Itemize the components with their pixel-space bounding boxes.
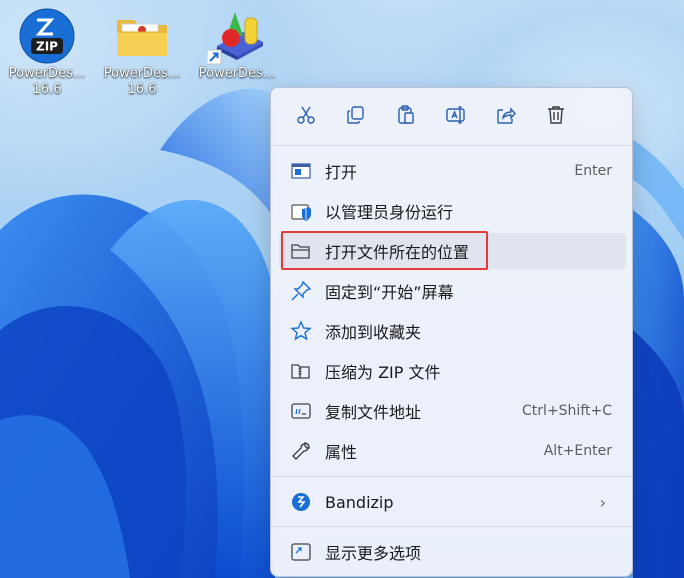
rename-button[interactable]: [431, 100, 481, 134]
paste-icon: [395, 104, 417, 130]
bandizip-icon: [289, 490, 313, 514]
menu-item-pin-to-start[interactable]: 固定到“开始”屏幕: [279, 273, 626, 309]
menu-item-open-file-location[interactable]: 打开文件所在的位置: [279, 233, 626, 269]
menu-item-bandizip[interactable]: Bandizip ›: [279, 484, 626, 520]
share-button[interactable]: [481, 100, 531, 134]
menu-item-label: 属性: [325, 443, 358, 462]
menu-item-label: 打开: [325, 163, 358, 182]
menu-item-shortcut: Alt+Enter: [543, 443, 612, 459]
context-menu-toolbar: [281, 100, 621, 134]
menu-item-label: 以管理员身份运行: [325, 203, 454, 222]
rename-icon: [445, 104, 467, 130]
menu-item-label: 显示更多选项: [325, 544, 422, 563]
svg-text:ZIP: ZIP: [36, 40, 58, 54]
menu-item-label: 复制文件地址: [325, 403, 422, 422]
menu-item-compress-zip[interactable]: 压缩为 ZIP 文件: [279, 353, 626, 389]
open-window-icon: [289, 159, 313, 183]
copy-path-icon: [289, 399, 313, 423]
menu-item-open[interactable]: 打开 Enter: [279, 153, 626, 189]
desktop-icon-label: PowerDes...: [103, 66, 181, 81]
cut-button[interactable]: [281, 100, 331, 134]
star-icon: [289, 319, 313, 343]
pin-icon: [289, 279, 313, 303]
menu-divider: [271, 476, 632, 477]
admin-shield-icon: [289, 199, 313, 223]
wrench-icon: [289, 439, 313, 463]
share-icon: [495, 104, 517, 130]
paste-button[interactable]: [381, 100, 431, 134]
delete-icon: [545, 104, 567, 130]
delete-button[interactable]: [531, 100, 581, 134]
menu-item-label: Bandizip: [325, 492, 394, 512]
folder-icon: [112, 6, 172, 66]
menu-divider: [271, 145, 632, 146]
desktop-icon-label: PowerDes...: [8, 66, 86, 81]
context-menu: 打开 Enter 以管理员身份运行 打开文件所在的位置 固定到“开始”屏幕 添加…: [270, 87, 633, 577]
menu-item-copy-file-path[interactable]: 复制文件地址 Ctrl+Shift+C: [279, 393, 626, 429]
zip-archive-icon: ZIP: [17, 6, 77, 66]
desktop-icon-label: PowerDes...: [198, 66, 276, 81]
menu-item-add-to-favorites[interactable]: 添加到收藏夹: [279, 313, 626, 349]
desktop-icon-powerdesigner-zip[interactable]: ZIP PowerDes... 16.6: [3, 6, 91, 106]
menu-item-label: 压缩为 ZIP 文件: [325, 363, 441, 382]
desktop-icon-powerdesigner-shortcut[interactable]: PowerDes...: [193, 6, 281, 106]
cut-icon: [295, 104, 317, 130]
folder-icon: [289, 239, 313, 263]
menu-item-shortcut: Ctrl+Shift+C: [522, 403, 612, 419]
copy-button[interactable]: [331, 100, 381, 134]
menu-divider: [271, 526, 632, 527]
menu-item-label: 固定到“开始”屏幕: [325, 283, 454, 302]
more-options-icon: [289, 540, 313, 564]
chevron-right-icon: ›: [599, 492, 606, 512]
copy-icon: [345, 104, 367, 130]
zip-folder-icon: [289, 359, 313, 383]
menu-item-properties[interactable]: 属性 Alt+Enter: [279, 433, 626, 469]
desktop-icon-version: 16.6: [127, 82, 157, 97]
menu-item-label: 添加到收藏夹: [325, 323, 422, 342]
menu-item-shortcut: Enter: [574, 163, 612, 179]
menu-item-run-as-admin[interactable]: 以管理员身份运行: [279, 193, 626, 229]
desktop-icon-powerdesigner-folder[interactable]: PowerDes... 16.6: [98, 6, 186, 106]
menu-item-show-more-options[interactable]: 显示更多选项: [279, 534, 626, 570]
desktop-icon-version: 16.6: [32, 82, 62, 97]
menu-item-label: 打开文件所在的位置: [325, 243, 470, 262]
powerdesigner-app-icon: [206, 6, 267, 66]
